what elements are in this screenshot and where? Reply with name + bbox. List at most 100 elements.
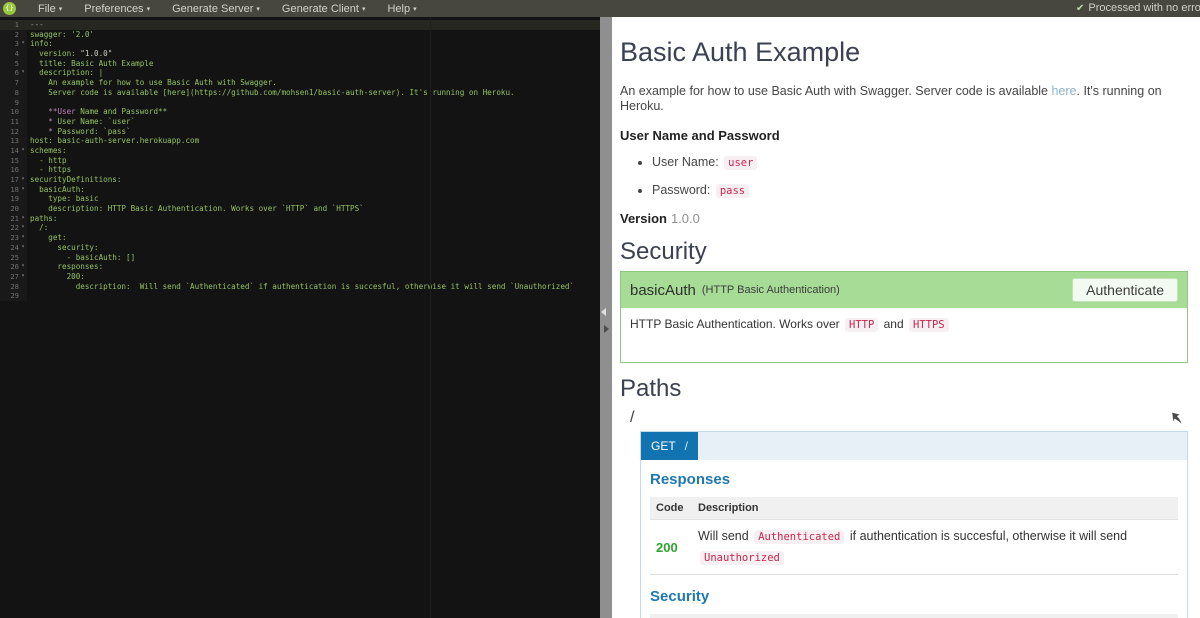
code-text: **User Name and Password** <box>27 107 167 117</box>
fold-arrow-icon[interactable]: ▾ <box>19 262 27 272</box>
swagger-ui-preview: Basic Auth Example An example for how to… <box>612 17 1200 618</box>
security-scheme-description: HTTP Basic Authentication. Works over HT… <box>621 308 1187 362</box>
fold-arrow-icon[interactable]: ▾ <box>19 233 27 243</box>
code-text: /: <box>27 223 48 233</box>
editor-line[interactable]: 9 <box>0 98 600 108</box>
yaml-editor[interactable]: 1---2swagger: '2.0'3▾info:4 version: "1.… <box>0 17 600 618</box>
here-link[interactable]: here <box>1051 84 1076 98</box>
collapse-left-icon[interactable] <box>601 308 606 316</box>
editor-line[interactable]: 29 <box>0 291 600 301</box>
fold-arrow-icon[interactable]: ▾ <box>19 146 27 156</box>
editor-line[interactable]: 23▾ get: <box>0 233 600 243</box>
line-number: 13 <box>0 136 27 146</box>
code-text: version: "1.0.0" <box>27 49 112 59</box>
line-number: 22▾ <box>0 223 27 233</box>
top-menubar: {} File▾ Preferences▾ Generate Server▾ G… <box>0 0 1200 17</box>
editor-line[interactable]: 17▾securityDefinitions: <box>0 175 600 185</box>
line-number: 24▾ <box>0 243 27 253</box>
code-text: securityDefinitions: <box>27 175 121 185</box>
editor-line[interactable]: 6▾ description: | <box>0 68 600 78</box>
code-text <box>27 291 30 301</box>
api-version: Version1.0.0 <box>620 211 1188 226</box>
line-number: 4 <box>0 49 27 59</box>
editor-line[interactable]: 5 title: Basic Auth Example <box>0 59 600 69</box>
code-text: paths: <box>27 214 57 224</box>
editor-line[interactable]: 26▾ responses: <box>0 262 600 272</box>
editor-line[interactable]: 19 type: basic <box>0 194 600 204</box>
response-code: 200 <box>650 520 692 575</box>
api-title: Basic Auth Example <box>620 37 1188 68</box>
inline-code: Authenticated <box>754 530 844 544</box>
editor-line[interactable]: 15 - http <box>0 156 600 166</box>
code-text: type: basic <box>27 194 99 204</box>
api-description: An example for how to use Basic Auth wit… <box>620 84 1188 114</box>
menu-file[interactable]: File▾ <box>38 3 62 15</box>
editor-line[interactable]: 20 description: HTTP Basic Authenticatio… <box>0 204 600 214</box>
pane-divider[interactable] <box>600 17 612 618</box>
swagger-logo-icon[interactable]: {} <box>3 2 16 15</box>
editor-line[interactable]: 25 - basicAuth: [] <box>0 253 600 263</box>
editor-line[interactable]: 27▾ 200: <box>0 272 600 282</box>
text-run: and <box>880 317 907 331</box>
editor-line[interactable]: 14▾schemes: <box>0 146 600 156</box>
authenticate-button[interactable]: Authenticate <box>1072 278 1178 302</box>
fold-arrow-icon[interactable]: ▾ <box>19 214 27 224</box>
text-run: An example for how to use Basic Auth wit… <box>620 84 1051 98</box>
editor-line[interactable]: 28 description: Will send `Authenticated… <box>0 282 600 292</box>
operation-get-root: GET/ Responses Code Description 200 Will… <box>640 431 1188 618</box>
fold-arrow-icon[interactable]: ▾ <box>19 185 27 195</box>
menu-help[interactable]: Help▾ <box>387 3 416 15</box>
fold-arrow-icon[interactable]: ▾ <box>19 39 27 49</box>
editor-line[interactable]: 10 **User Name and Password** <box>0 107 600 117</box>
editor-line[interactable]: 22▾ /: <box>0 223 600 233</box>
menu-generate-client[interactable]: Generate Client▾ <box>282 3 366 15</box>
inline-code: user <box>724 156 757 170</box>
fold-arrow-icon[interactable]: ▾ <box>19 223 27 233</box>
code-text: * Password: `pass` <box>27 127 131 137</box>
editor-line[interactable]: 24▾ security: <box>0 243 600 253</box>
code-text: description: HTTP Basic Authentication. … <box>27 204 364 214</box>
editor-line[interactable]: 7 An example for how to use Basic Auth w… <box>0 78 600 88</box>
scroll-to-definition-arrow-icon[interactable] <box>1170 411 1184 425</box>
editor-line[interactable]: 3▾info: <box>0 39 600 49</box>
line-number: 2 <box>0 30 27 40</box>
menu-generate-server[interactable]: Generate Server▾ <box>172 3 260 15</box>
editor-line[interactable]: 13host: basic-auth-server.herokuapp.com <box>0 136 600 146</box>
editor-line[interactable]: 8 Server code is available [here](https:… <box>0 88 600 98</box>
column-header-code: Code <box>650 497 692 520</box>
security-definition-block: basicAuth (HTTP Basic Authentication) Au… <box>620 271 1188 363</box>
operation-security-table: Security Schema Scopes basicAuth <box>650 614 1178 618</box>
line-number: 10 <box>0 107 27 117</box>
line-number: 11 <box>0 117 27 127</box>
line-number: 29 <box>0 291 27 301</box>
security-section-heading: Security <box>620 238 1188 266</box>
fold-arrow-icon[interactable]: ▾ <box>19 175 27 185</box>
code-text: host: basic-auth-server.herokuapp.com <box>27 136 199 146</box>
chevron-down-icon: ▾ <box>147 6 151 13</box>
fold-arrow-icon[interactable]: ▾ <box>19 272 27 282</box>
editor-line[interactable]: 12 * Password: `pass` <box>0 127 600 137</box>
fold-arrow-icon[interactable]: ▾ <box>19 243 27 253</box>
credentials-heading: User Name and Password <box>620 128 1188 143</box>
operation-header[interactable]: GET/ <box>641 432 1187 460</box>
line-number: 21▾ <box>0 214 27 224</box>
editor-line[interactable]: 4 version: "1.0.0" <box>0 49 600 59</box>
chevron-down-icon: ▾ <box>362 6 366 13</box>
path-link[interactable]: / <box>630 409 634 427</box>
text-run: if authentication is succesful, otherwis… <box>846 529 1127 543</box>
editor-line[interactable]: 2swagger: '2.0' <box>0 30 600 40</box>
table-row: 200 Will send Authenticated if authentic… <box>650 520 1178 575</box>
text-run: HTTP Basic Authentication. Works over <box>630 317 843 331</box>
line-number: 3▾ <box>0 39 27 49</box>
editor-line[interactable]: 18▾ basicAuth: <box>0 185 600 195</box>
fold-arrow-icon[interactable]: ▾ <box>19 68 27 78</box>
code-text: security: <box>27 243 99 253</box>
editor-line[interactable]: 11 * User Name: `user` <box>0 117 600 127</box>
editor-line[interactable]: 16 - https <box>0 165 600 175</box>
editor-line[interactable]: 1--- <box>0 20 600 30</box>
menu-preferences[interactable]: Preferences▾ <box>84 3 150 15</box>
line-number: 8 <box>0 88 27 98</box>
editor-line[interactable]: 21▾paths: <box>0 214 600 224</box>
code-text: swagger: '2.0' <box>27 30 94 40</box>
expand-right-icon[interactable] <box>604 325 609 333</box>
